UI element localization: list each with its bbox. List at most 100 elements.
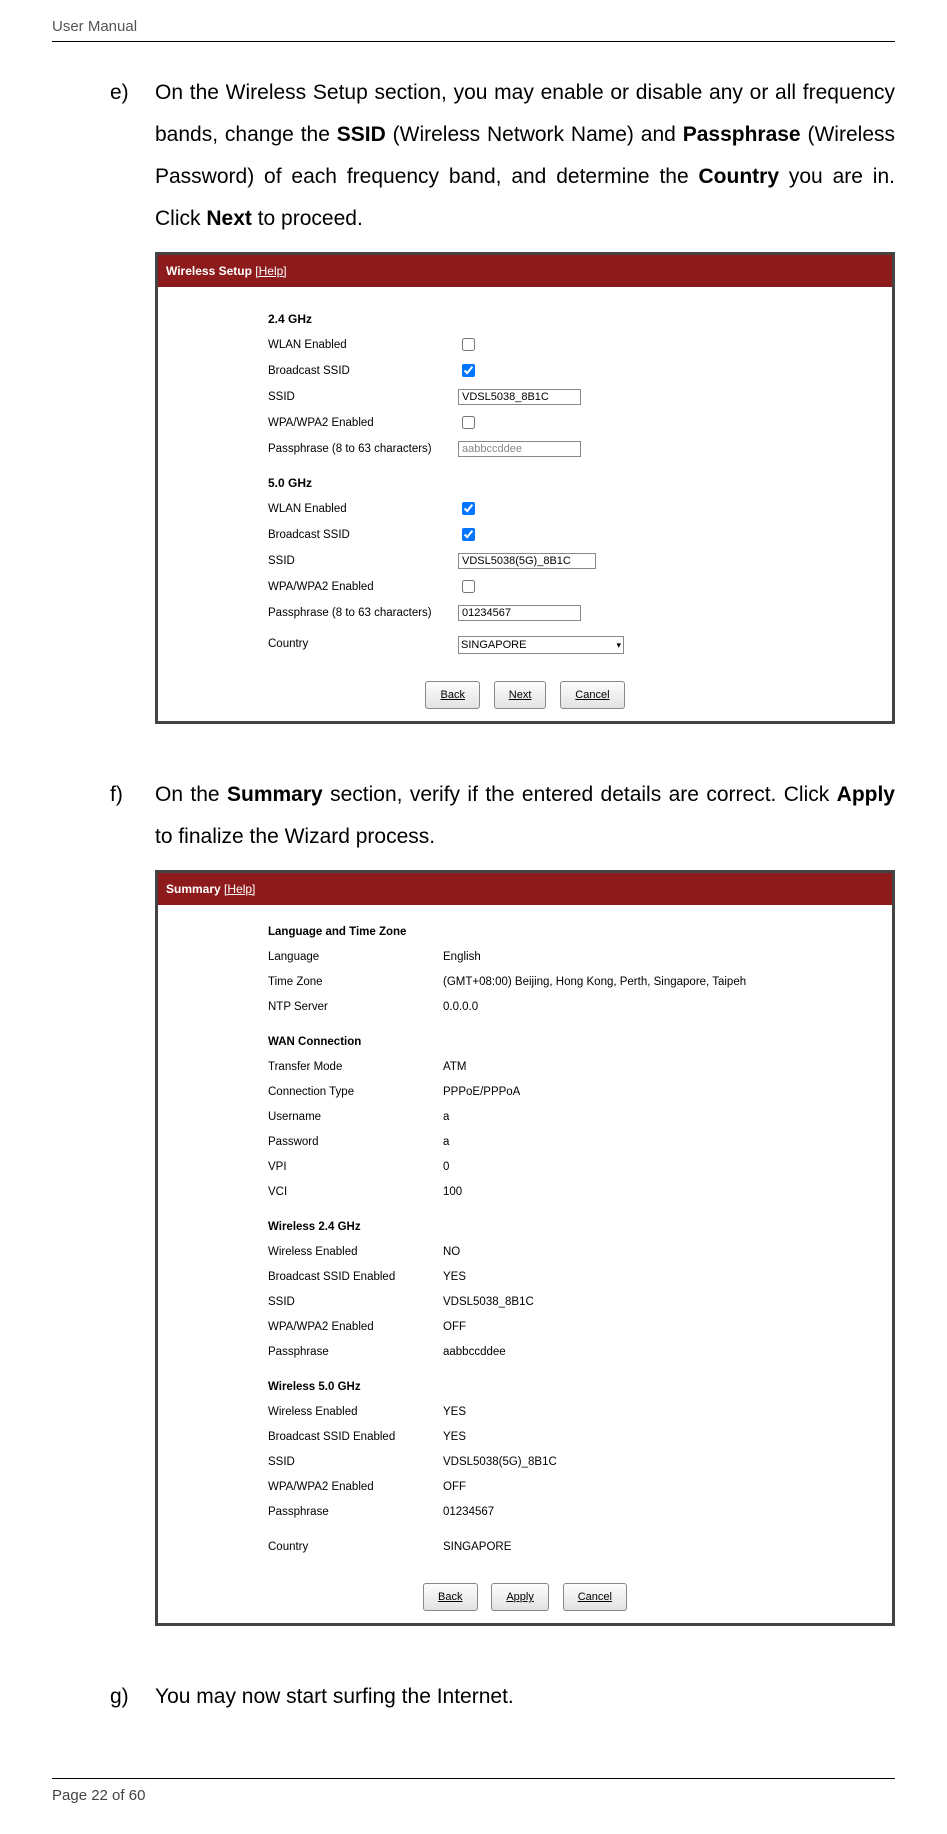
label: SSID — [268, 1451, 443, 1474]
label: Country — [268, 1536, 443, 1559]
ssid-24-input[interactable] — [458, 389, 581, 405]
cancel-button[interactable]: Cancel — [560, 681, 624, 709]
section-w24: Wireless 2.4 GHz — [268, 1216, 882, 1239]
label: Language — [268, 946, 443, 969]
value: PPPoE/PPPoA — [443, 1081, 882, 1104]
text: to proceed. — [252, 207, 363, 230]
section-lang: Language and Time Zone — [268, 921, 882, 944]
text: You may now start surfing the Internet. — [155, 1676, 895, 1718]
page-header: User Manual — [52, 18, 895, 35]
summary-screenshot: Summary [Help] Language and Time Zone La… — [155, 870, 895, 1626]
bold: Summary — [227, 783, 323, 806]
wireless-setup-screenshot: Wireless Setup [Help] 2.4 GHz WLAN Enabl… — [155, 252, 895, 724]
list-item-g: g) You may now start surfing the Interne… — [52, 1676, 895, 1718]
value: 100 — [443, 1181, 882, 1204]
label: Wireless Enabled — [268, 1401, 443, 1424]
section-wan: WAN Connection — [268, 1031, 882, 1054]
value: 0.0.0.0 — [443, 996, 882, 1019]
label: WLAN Enabled — [268, 334, 458, 357]
text: On the — [155, 783, 227, 806]
text: section, verify if the entered details a… — [323, 783, 837, 806]
marker-g: g) — [52, 1676, 155, 1718]
text: (Wireless Network Name) and — [386, 123, 683, 146]
broadcast-ssid-50-checkbox[interactable] — [462, 528, 475, 541]
value: 01234567 — [443, 1501, 882, 1524]
wpa-50-checkbox[interactable] — [462, 580, 475, 593]
panel-title: Summary — [166, 882, 221, 896]
bold: Country — [699, 165, 780, 188]
wlan-enabled-50-checkbox[interactable] — [462, 502, 475, 515]
value: VDSL5038(5G)_8B1C — [443, 1451, 882, 1474]
footer-rule — [52, 1778, 895, 1779]
value: (GMT+08:00) Beijing, Hong Kong, Perth, S… — [443, 971, 882, 994]
country-value: SINGAPORE — [461, 634, 526, 656]
panel-header: Wireless Setup [Help] — [158, 255, 892, 287]
wpa-24-checkbox[interactable] — [462, 416, 475, 429]
label: WPA/WPA2 Enabled — [268, 412, 458, 435]
back-button[interactable]: Back — [425, 681, 479, 709]
label: VPI — [268, 1156, 443, 1179]
label: Broadcast SSID Enabled — [268, 1426, 443, 1449]
list-item-f: f) On the Summary section, verify if the… — [52, 774, 895, 1666]
value: YES — [443, 1266, 882, 1289]
label: WPA/WPA2 Enabled — [268, 1316, 443, 1339]
ssid-50-input[interactable] — [458, 553, 596, 569]
label: WPA/WPA2 Enabled — [268, 1476, 443, 1499]
help-link[interactable]: [Help] — [224, 882, 255, 896]
value: YES — [443, 1401, 882, 1424]
label: Broadcast SSID Enabled — [268, 1266, 443, 1289]
label: Wireless Enabled — [268, 1241, 443, 1264]
label: SSID — [268, 386, 458, 409]
value: OFF — [443, 1476, 882, 1499]
text: to finalize the Wizard process. — [155, 825, 435, 848]
marker-e: e) — [52, 72, 155, 764]
marker-f: f) — [52, 774, 155, 1666]
value: SINGAPORE — [443, 1536, 882, 1559]
value: OFF — [443, 1316, 882, 1339]
section-24ghz: 2.4 GHz — [268, 307, 882, 331]
panel-header: Summary [Help] — [158, 873, 892, 905]
next-button[interactable]: Next — [494, 681, 547, 709]
wlan-enabled-24-checkbox[interactable] — [462, 338, 475, 351]
label: Passphrase (8 to 63 characters) — [268, 438, 458, 461]
label: SSID — [268, 550, 458, 573]
back-button[interactable]: Back — [423, 1583, 477, 1611]
label: VCI — [268, 1181, 443, 1204]
page-footer: Page 22 of 60 — [52, 1787, 895, 1804]
list-item-e: e) On the Wireless Setup section, you ma… — [52, 72, 895, 764]
label: Transfer Mode — [268, 1056, 443, 1079]
label: Passphrase — [268, 1501, 443, 1524]
header-rule — [52, 41, 895, 42]
value: ATM — [443, 1056, 882, 1079]
passphrase-24-input[interactable] — [458, 441, 581, 457]
broadcast-ssid-24-checkbox[interactable] — [462, 364, 475, 377]
bold: Apply — [837, 783, 895, 806]
panel-title: Wireless Setup — [166, 264, 252, 278]
apply-button[interactable]: Apply — [491, 1583, 549, 1611]
label: SSID — [268, 1291, 443, 1314]
label: Country — [268, 633, 458, 656]
label: NTP Server — [268, 996, 443, 1019]
passphrase-50-input[interactable] — [458, 605, 581, 621]
label: Username — [268, 1106, 443, 1129]
section-50ghz: 5.0 GHz — [268, 471, 882, 495]
value: VDSL5038_8B1C — [443, 1291, 882, 1314]
value: English — [443, 946, 882, 969]
value: aabbccddee — [443, 1341, 882, 1364]
bold: Next — [206, 207, 252, 230]
value: NO — [443, 1241, 882, 1264]
chevron-down-icon: ▾ — [616, 636, 621, 654]
cancel-button[interactable]: Cancel — [563, 1583, 627, 1611]
label: WPA/WPA2 Enabled — [268, 576, 458, 599]
value: YES — [443, 1426, 882, 1449]
bold: SSID — [337, 123, 386, 146]
label: Passphrase — [268, 1341, 443, 1364]
label: Broadcast SSID — [268, 524, 458, 547]
value: 0 — [443, 1156, 882, 1179]
help-link[interactable]: [Help] — [255, 264, 286, 278]
label: Connection Type — [268, 1081, 443, 1104]
country-select[interactable]: SINGAPORE ▾ — [458, 636, 624, 654]
value: a — [443, 1131, 882, 1154]
label: Password — [268, 1131, 443, 1154]
label: WLAN Enabled — [268, 498, 458, 521]
